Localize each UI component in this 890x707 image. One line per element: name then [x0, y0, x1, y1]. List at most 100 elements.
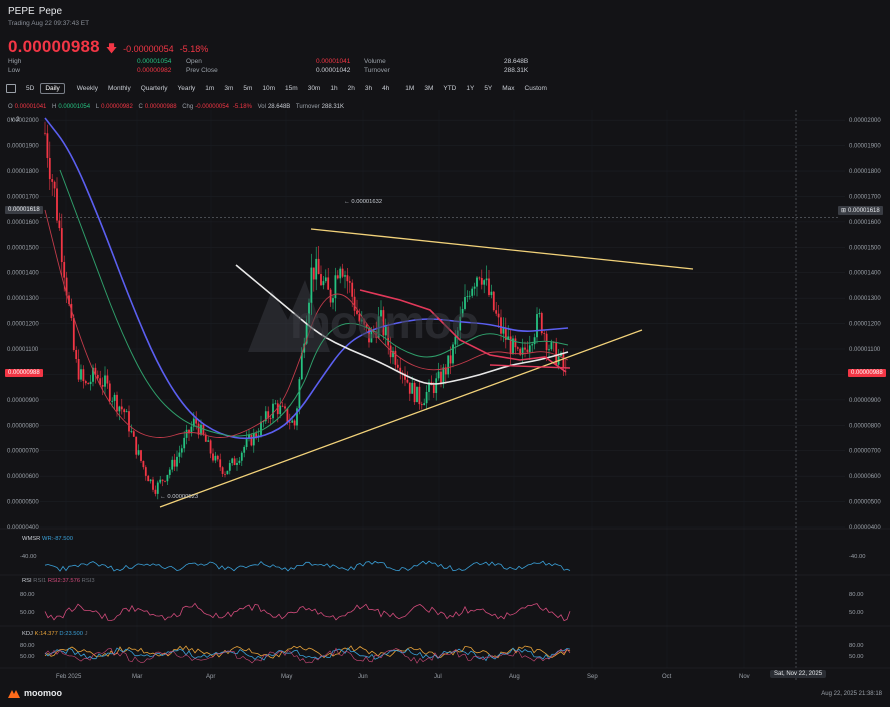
x-tick: Jul [434, 674, 442, 680]
candle-body [250, 434, 253, 446]
y-tick-left: 0.00000600 [7, 474, 39, 480]
rsi2-line [44, 602, 571, 622]
candle-body [423, 403, 426, 406]
candle-body [272, 403, 274, 419]
candle-body [396, 364, 399, 368]
candle-body [528, 345, 531, 353]
candle-body [147, 475, 150, 482]
candle-body [533, 337, 536, 345]
y-tick-right: 0.00000400 [849, 525, 881, 531]
candle-body [536, 314, 538, 338]
wmsr-level-right: -40.00 [849, 554, 866, 560]
candle-body [173, 459, 176, 467]
brand-logo: moomoo [8, 688, 62, 698]
candle-body [293, 420, 296, 426]
candle-body [514, 338, 517, 348]
candle-body [75, 350, 78, 360]
candle-body [44, 132, 46, 134]
wmsr-legend: WMSR WR:-87.500 [22, 536, 73, 542]
candle-body [46, 133, 49, 158]
candle-body [288, 421, 291, 423]
y-tick-right: 0.00001900 [849, 144, 881, 150]
low-note: ← 0.00000523 [160, 494, 199, 500]
y-tick-left: 0.00001300 [7, 296, 39, 302]
candle-body [526, 349, 529, 353]
candle-body [207, 440, 210, 442]
candle-body [214, 455, 217, 461]
candle-body [408, 382, 411, 394]
price-chart[interactable]: 0.00002000 0.00002000 0.00001900 0.00001900… [0, 0, 890, 707]
candle-body [77, 359, 80, 380]
candle-body [425, 391, 428, 404]
plus-icon[interactable]: ⊞ [841, 208, 846, 214]
candle-body [118, 406, 121, 412]
candle-body [483, 280, 486, 285]
candle-body [327, 277, 330, 290]
candle-body [212, 453, 214, 461]
x-tick: May [281, 674, 292, 680]
rsi-80-right: 80.00 [849, 592, 864, 598]
candle-body [473, 286, 476, 289]
candle-body [531, 344, 534, 346]
candle-body [339, 268, 342, 279]
candle-body [243, 446, 246, 453]
candle-body [96, 374, 99, 379]
y-tick-left: 0.00000400 [7, 525, 39, 531]
candle-body [152, 479, 154, 490]
candle-body [341, 268, 344, 277]
y-tick-right: 0.00000600 [849, 474, 881, 480]
y-tick-left: 0.00000500 [7, 500, 39, 506]
candle-body [274, 403, 277, 405]
candle-body [171, 459, 174, 470]
candle-body [236, 462, 238, 466]
y-tick-left: 0.00001800 [7, 169, 39, 175]
kdj-50-right: 50.00 [849, 654, 864, 660]
candle-body [476, 277, 478, 287]
candle-body [495, 310, 498, 314]
candle-body [156, 482, 159, 494]
candle-body [132, 431, 135, 437]
candle-body [176, 456, 178, 467]
y-tick-right: 0.00001700 [849, 194, 881, 200]
candle-body [492, 291, 495, 311]
candle-body [437, 371, 440, 379]
candle-body [447, 355, 450, 375]
candle-body [497, 313, 500, 318]
y-tick-right: 0.00001600 [849, 220, 881, 226]
moving-averages [44, 117, 569, 440]
candle-body [149, 479, 152, 482]
candle-body [180, 448, 183, 453]
candle-body [111, 400, 114, 402]
rsi-name: RSI [22, 578, 32, 584]
candle-body [159, 479, 162, 483]
wmsr-level-left: -40.00 [20, 554, 37, 560]
candle-body [315, 258, 318, 280]
candle-body [231, 458, 234, 464]
rsi2-label: RSI2: [47, 578, 63, 584]
y-tick-right: 0.00001300 [849, 296, 881, 302]
candle-body [113, 394, 116, 401]
candle-body [120, 406, 123, 410]
candle-body [435, 378, 438, 394]
k-value: 14.377 [40, 631, 58, 637]
wmsr-line [44, 560, 571, 572]
candle-body [500, 317, 502, 334]
chart-grid [0, 110, 890, 680]
y-tick-left: 0.00001500 [7, 245, 39, 251]
candle-body [543, 333, 546, 334]
candle-body [346, 275, 349, 282]
candle-body [166, 474, 169, 482]
x-tick: Nov [739, 674, 750, 680]
candle-body [420, 404, 423, 406]
candle-body [416, 386, 418, 403]
candle-body [58, 220, 61, 229]
candle-body [269, 418, 272, 419]
candle-body [87, 383, 90, 385]
rsi-legend: RSI RSI1 RSI2:37.576 RSI3 [22, 578, 95, 584]
candle-body [144, 467, 147, 476]
candle-body [137, 450, 140, 455]
candle-body [154, 489, 157, 494]
candle-body [228, 463, 231, 471]
candle-body [538, 313, 541, 315]
candle-body [485, 278, 488, 281]
